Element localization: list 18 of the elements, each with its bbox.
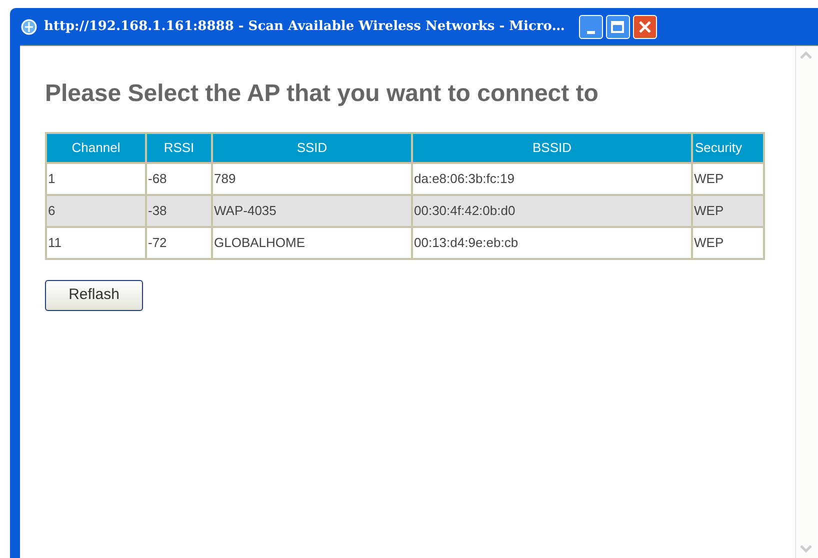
close-icon: [638, 20, 652, 34]
close-button[interactable]: [632, 14, 657, 38]
page-heading: Please Select the AP that you want to connect to: [45, 79, 600, 109]
table-cell: GLOBALHOME: [212, 227, 412, 259]
column-header: Channel: [46, 133, 146, 163]
browser-icon: [20, 18, 38, 36]
table-cell: WEP: [692, 227, 764, 259]
table-cell: 00:13:d4:9e:eb:cb: [412, 227, 692, 259]
table-cell: 11: [46, 227, 146, 259]
minimize-button[interactable]: [578, 14, 603, 38]
column-header: Security: [692, 133, 764, 163]
maximize-button[interactable]: [606, 14, 630, 38]
window-title: http://192.168.1.161:8888 - Scan Available Wireless Networks - Micro…: [44, 18, 565, 36]
column-header: RSSI: [146, 133, 212, 163]
column-header: SSID: [212, 133, 412, 163]
table-cell: -72: [146, 227, 212, 259]
column-header: BSSID: [412, 133, 692, 163]
reflash-button[interactable]: Reflash: [45, 280, 143, 311]
